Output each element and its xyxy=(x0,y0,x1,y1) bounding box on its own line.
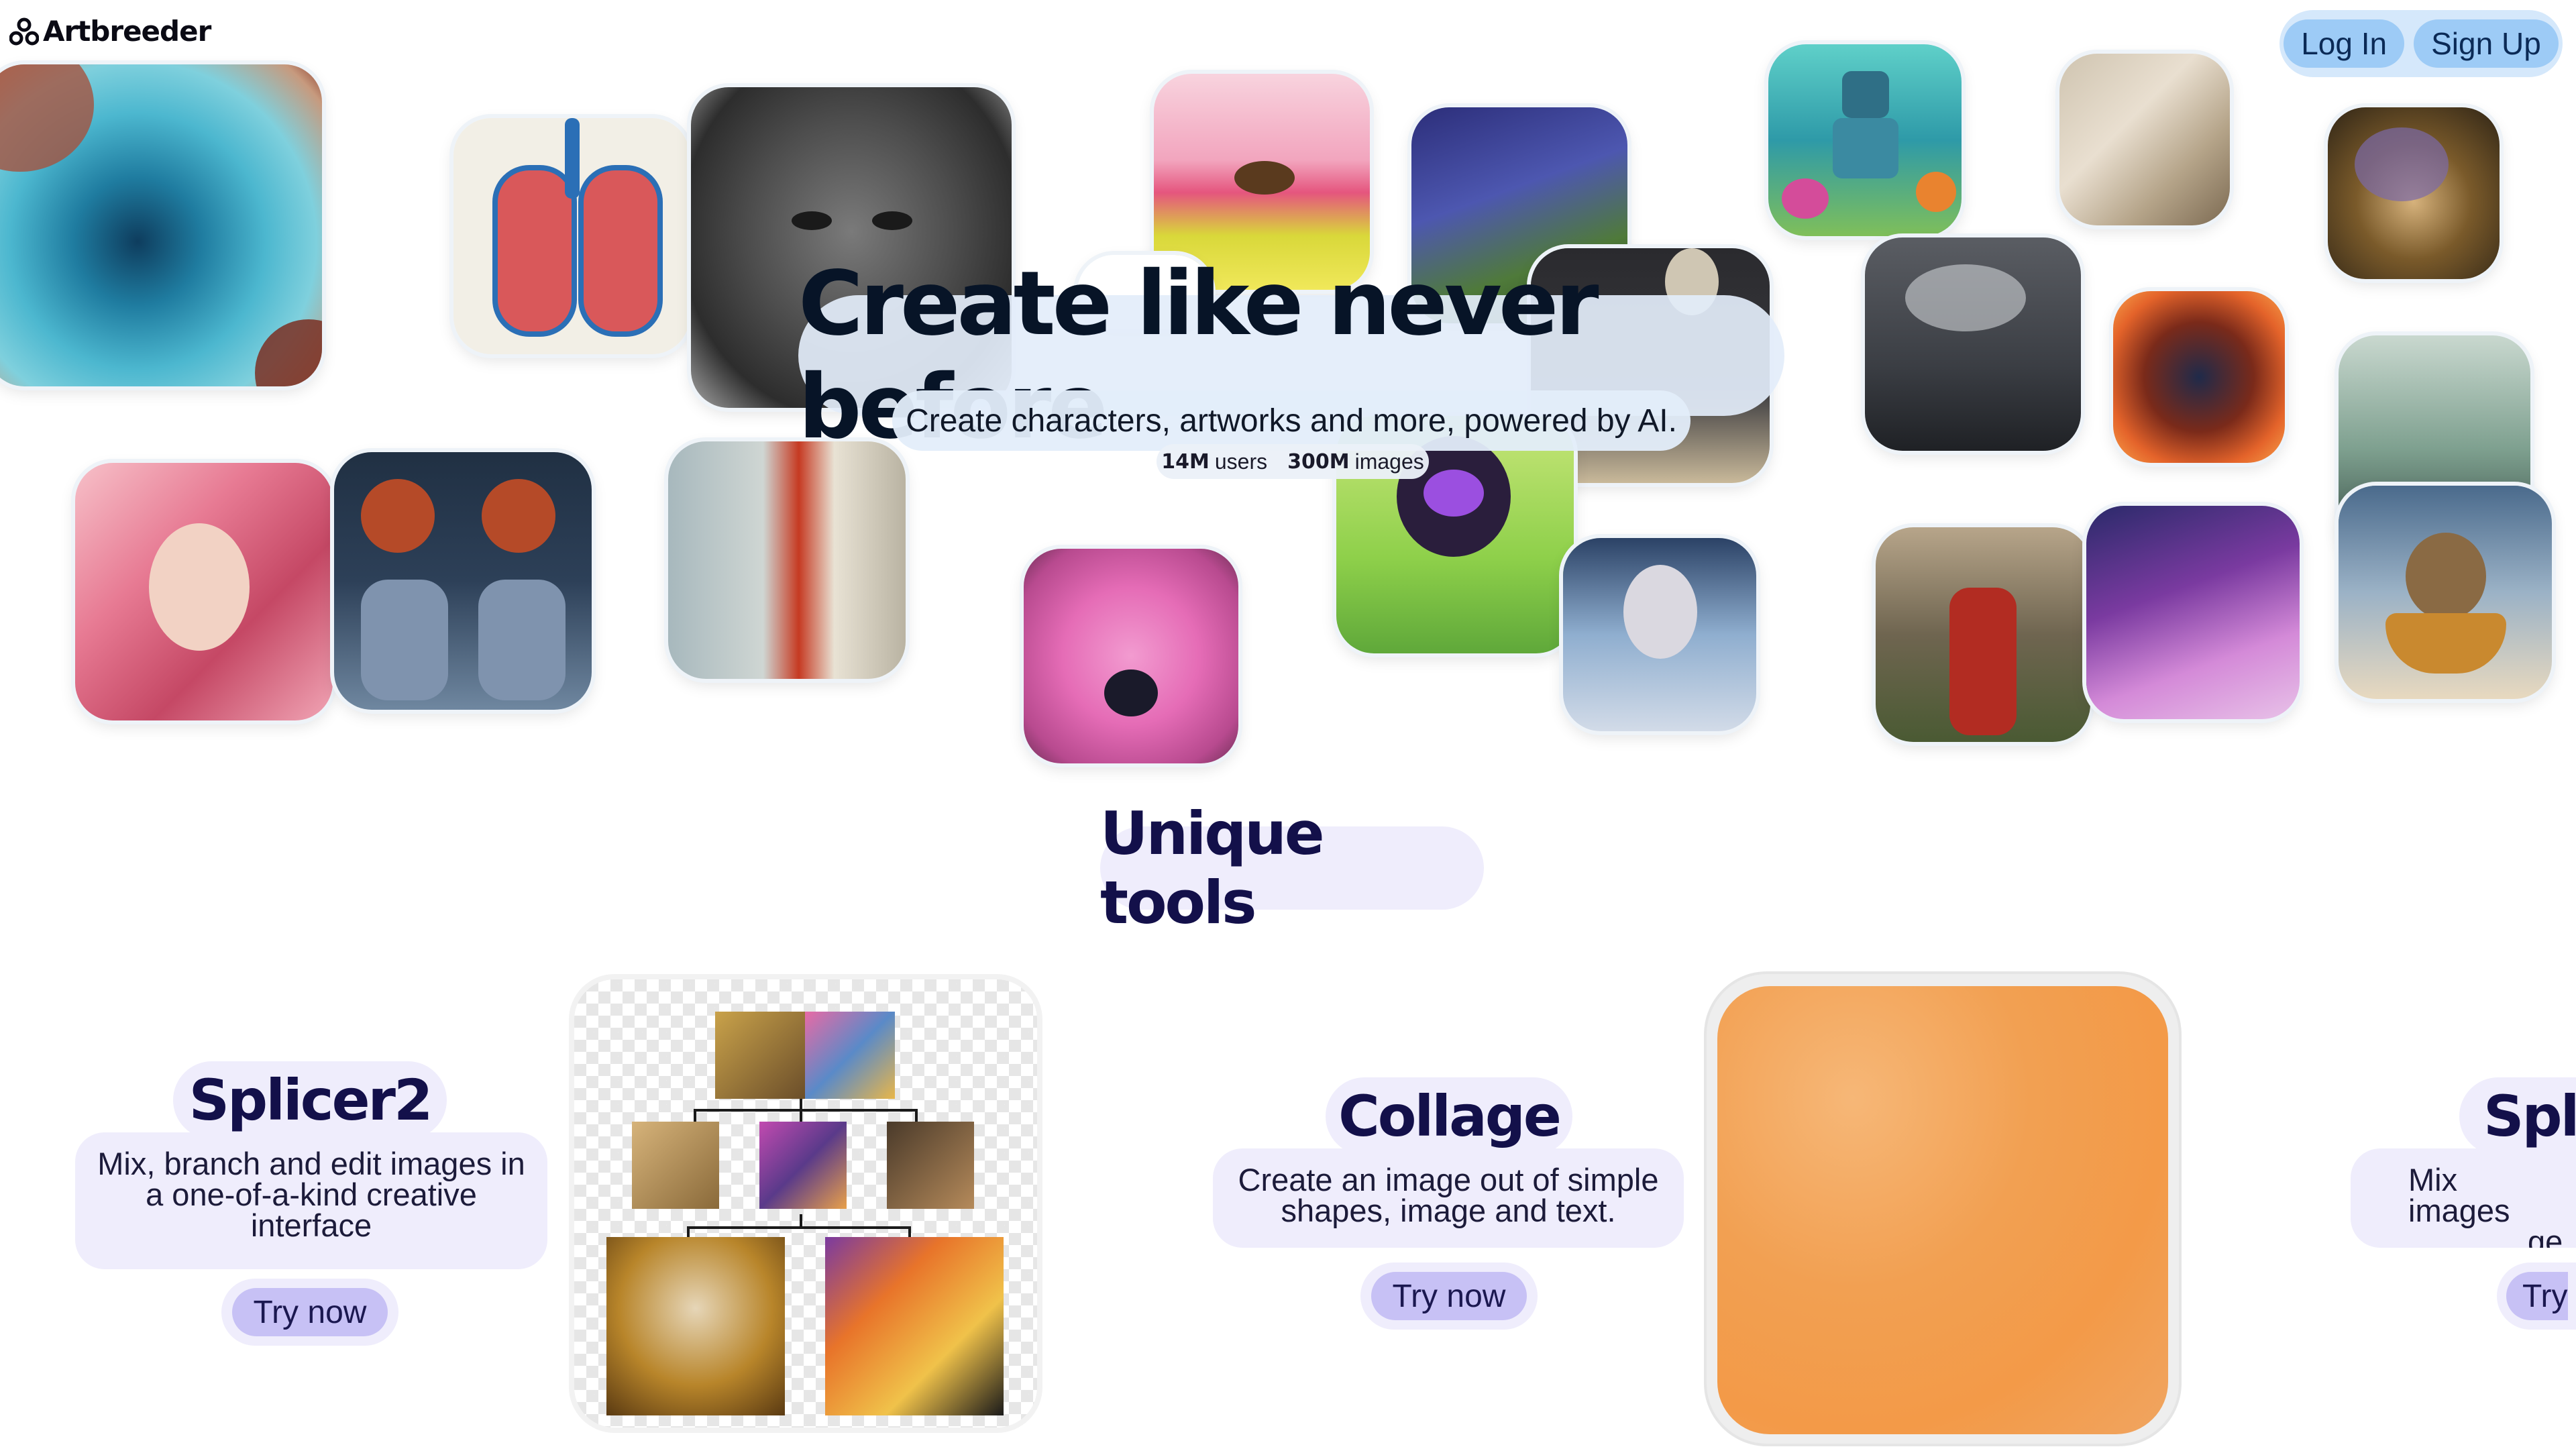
splicer2-grandchild-image-1 xyxy=(606,1237,785,1415)
try-wrap-splicer2: Try now xyxy=(221,1279,398,1346)
try-button-partial[interactable]: Try xyxy=(2506,1272,2568,1320)
try-now-button-collage[interactable]: Try now xyxy=(1371,1272,1527,1320)
tool-title-splicer2: Splicer2 xyxy=(173,1061,447,1139)
hero-subtitle: Create characters, artworks and more, po… xyxy=(892,390,1690,451)
gallery-image-silver-elf[interactable] xyxy=(2059,54,2230,225)
auth-buttons: Log In Sign Up xyxy=(2279,10,2563,77)
gallery-image-purple-tree[interactable] xyxy=(2086,506,2300,719)
collage-canvas xyxy=(1717,986,2168,1434)
try-wrap-partial: Try xyxy=(2497,1263,2576,1330)
login-button[interactable]: Log In xyxy=(2284,19,2405,68)
splicer2-grandchild-image-2 xyxy=(825,1237,1004,1415)
gallery-image-split-face[interactable] xyxy=(668,441,906,679)
splicer2-preview[interactable] xyxy=(574,979,1037,1428)
signup-button[interactable]: Sign Up xyxy=(2414,19,2559,68)
gallery-image-red-dress[interactable] xyxy=(1876,527,2090,742)
artbreeder-logo[interactable]: Artbreeder xyxy=(9,15,211,48)
try-wrap-collage: Try now xyxy=(1360,1263,1538,1330)
splicer2-child-image-3 xyxy=(887,1122,974,1209)
artbreeder-logo-icon xyxy=(9,17,39,45)
splicer2-parent-image-a xyxy=(715,1012,805,1099)
gallery-image-pink-lion[interactable] xyxy=(1024,549,1238,763)
tools-section-title: Unique tools xyxy=(1100,799,1484,937)
tool-description-partial: Mix images ge xyxy=(2351,1148,2576,1248)
tool-description-splicer2: Mix, branch and edit images in a one-of-… xyxy=(75,1132,547,1269)
images-count: 300M xyxy=(1287,449,1350,474)
splicer2-parent-image-b xyxy=(805,1012,895,1099)
gallery-image-lungs[interactable] xyxy=(453,118,690,354)
gallery-image-blue-hair-portrait[interactable] xyxy=(1563,538,1756,731)
gallery-image-goth-portrait[interactable] xyxy=(1865,237,2081,451)
gallery-image-fire-dragon[interactable] xyxy=(2113,291,2285,463)
images-label: images xyxy=(1354,449,1424,474)
gallery-image-robot[interactable] xyxy=(1768,44,1962,236)
tool-title-splicer-partial: Spl xyxy=(2459,1077,2576,1155)
gallery-image-redhead-twins[interactable] xyxy=(334,452,592,710)
tool-description-partial-line1: Mix images xyxy=(2408,1162,2510,1228)
splicer2-child-image-1 xyxy=(632,1122,719,1209)
users-count: 14M xyxy=(1161,449,1210,474)
logo-text: Artbreeder xyxy=(43,15,211,48)
try-now-button-splicer2[interactable]: Try now xyxy=(231,1288,388,1336)
collage-preview[interactable] xyxy=(1707,974,2179,1444)
tool-description-collage: Create an image out of simple shapes, im… xyxy=(1213,1148,1684,1248)
gallery-image-golden-woman[interactable] xyxy=(2328,107,2500,279)
users-label: users xyxy=(1214,449,1268,474)
gallery-image-pink-hair-woman[interactable] xyxy=(75,463,333,720)
tool-title-collage: Collage xyxy=(1326,1077,1572,1155)
tool-description-partial-line2: ge xyxy=(2528,1224,2563,1248)
splicer2-child-image-2 xyxy=(759,1122,847,1209)
hero-stats: 14M users 300M images xyxy=(1157,444,1429,479)
gallery-image-blue-abstract[interactable] xyxy=(0,64,322,386)
gallery-image-rabbit-teacup[interactable] xyxy=(2339,486,2552,699)
